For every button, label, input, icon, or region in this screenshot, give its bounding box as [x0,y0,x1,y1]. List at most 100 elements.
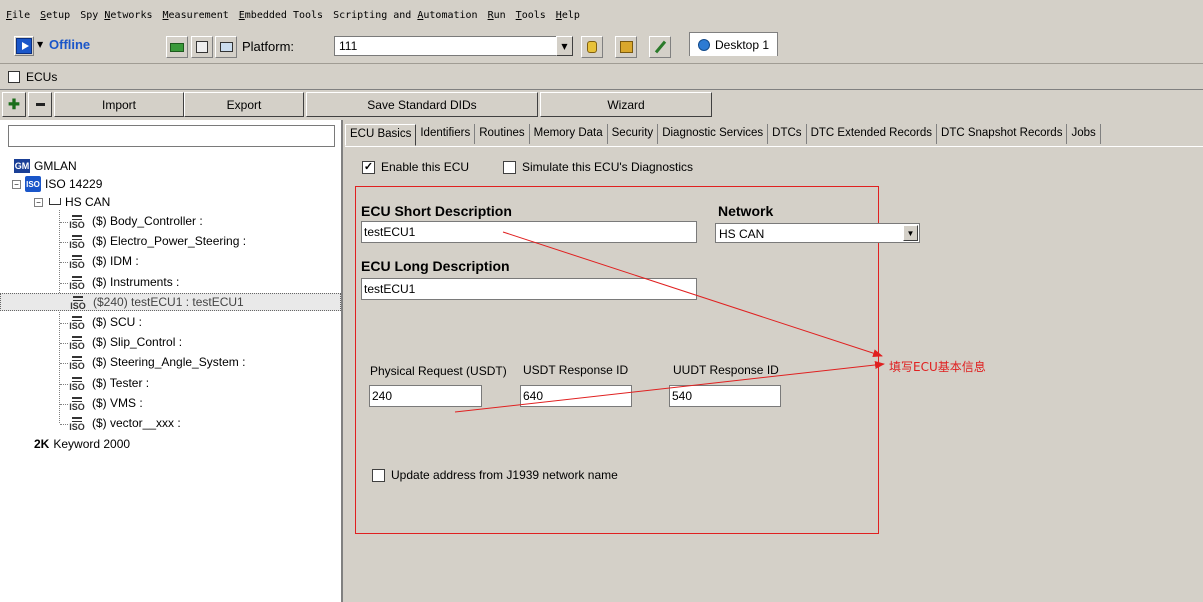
import-button[interactable]: Import [54,92,184,117]
tree-item-ecu[interactable]: ISO ($) Electro_Power_Steering : [68,232,246,250]
tools-icon[interactable] [615,36,637,58]
tab-jobs[interactable]: Jobs [1067,124,1101,144]
checkbox-icon[interactable] [503,160,516,174]
keyword-2000-icon: 2K [34,437,50,451]
long-description-input[interactable]: testECU1 [361,278,697,300]
uudt-response-input[interactable]: 540 [669,385,781,407]
tree-label: GMLAN [34,159,77,173]
gm-icon: GM [14,159,30,173]
chevron-down-icon[interactable]: ▼ [903,225,918,241]
menu-item-setup[interactable]: Setup [40,10,70,21]
tree-search-input[interactable] [8,125,335,147]
network-select[interactable]: HS CAN ▼ [715,223,920,243]
tab-identifiers[interactable]: Identifiers [416,124,476,144]
remove-button[interactable] [28,92,52,117]
j1939-checkbox[interactable]: Update address from J1939 network name [372,468,618,482]
tree-item-ecu[interactable]: ISO ($) IDM : [68,252,139,270]
tree-item-ecu[interactable]: ISO ($240) testECU1 : testECU1 [0,292,341,311]
menu-item-help[interactable]: Help [556,10,580,21]
short-description-input[interactable]: testECU1 [361,221,697,243]
platform-icon[interactable] [215,36,237,58]
collapse-icon[interactable]: − [34,197,43,207]
wrench-icon[interactable] [649,36,671,58]
usdt-response-input[interactable]: 640 [520,385,632,407]
collapse-icon[interactable]: − [12,179,21,189]
menu-item-run[interactable]: Run [488,10,506,21]
tab-memory-data[interactable]: Memory Data [530,124,608,144]
iso-ecu-icon: ISO [68,313,86,331]
status-label: Offline [49,37,91,52]
menu-item-scripting-and-automation[interactable]: Scripting and Automation [333,10,478,21]
tree-label: ISO 14229 [45,177,103,191]
play-icon[interactable] [14,36,34,56]
iso-icon: ISO [25,176,41,192]
tree-item-hs-can[interactable]: − HS CAN [34,193,110,211]
tree-label: ($) Body_Controller : [92,214,203,228]
menu-item-embedded-tools[interactable]: Embedded Tools [239,10,323,21]
tab-routines[interactable]: Routines [475,124,530,144]
network-icon [47,196,61,208]
tree-item-ecu[interactable]: ISO ($) VMS : [68,394,142,412]
chevron-down-icon[interactable]: ▼ [556,36,573,56]
tree-item-ecu[interactable]: ISO ($) Instruments : [68,273,179,291]
tree-item-ecu[interactable]: ISO ($) SCU : [68,313,142,331]
tree-guide-line [60,363,68,365]
toolbar: ▼ Offline Platform: 111 ▼ Desktop 1 [0,30,1203,64]
iso-ecu-icon: ISO [69,293,87,311]
menu-item-measurement[interactable]: Measurement [163,10,229,21]
iso-ecu-icon: ISO [68,333,86,351]
tree-item-ecu[interactable]: ISO ($) Steering_Angle_System : [68,353,245,371]
tree-item-ecu[interactable]: ISO ($) Tester : [68,374,149,392]
iso-ecu-icon: ISO [68,212,86,230]
tree-item-ecu[interactable]: ISO ($) vector__xxx : [68,414,180,432]
enable-ecu-checkbox[interactable]: ✓ Enable this ECU [362,160,469,174]
menu-item-spy-networks[interactable]: Spy Networks [80,10,152,21]
save-icon[interactable] [191,36,213,58]
tree-guide-line [60,222,68,223]
tree-item-gmlan[interactable]: GM GMLAN [14,157,77,175]
physical-request-label: Physical Request (USDT) [370,364,507,378]
wizard-button[interactable]: Wizard [540,92,712,117]
menu-item-file[interactable]: File [6,10,30,21]
database-icon[interactable] [581,36,603,58]
tree-item-ecu[interactable]: ISO ($) Slip_Control : [68,333,182,351]
menu-item-tools[interactable]: Tools [516,10,546,21]
platform-select[interactable]: 111 ▼ [334,36,573,56]
status-dropdown-icon[interactable]: ▼ [37,40,43,49]
tab-dtc-snapshot-records[interactable]: DTC Snapshot Records [937,124,1068,144]
desktop-tab-label: Desktop 1 [715,37,770,52]
tab-security[interactable]: Security [608,124,659,144]
iso-ecu-icon: ISO [68,353,86,371]
tab-strip: ECU Basics Identifiers Routines Memory Data… [345,124,1203,146]
add-button[interactable]: ✚ [2,92,26,117]
checkbox-icon[interactable] [372,468,385,482]
tab-diagnostic-services[interactable]: Diagnostic Services [658,124,769,144]
tree-item-ecu[interactable]: ISO ($) Body_Controller : [68,212,203,230]
button-row: ✚ Import Export Save Standard DIDs Wizar… [0,92,720,118]
checkbox-checked-icon[interactable]: ✓ [362,160,375,174]
simulate-ecu-checkbox[interactable]: Simulate this ECU's Diagnostics [503,160,693,174]
save-standard-dids-button[interactable]: Save Standard DIDs [306,92,538,117]
physical-request-input[interactable]: 240 [369,385,482,407]
hardware-icon[interactable] [166,36,188,58]
iso-ecu-icon: ISO [68,374,86,392]
tree-guide-line [60,403,68,405]
tab-dtc-extended-records[interactable]: DTC Extended Records [807,124,938,144]
tree-label: ($240) testECU1 : testECU1 [93,294,244,309]
tree-guide-line [60,262,68,264]
tab-desktop-1[interactable]: Desktop 1 [689,32,779,56]
tree-item-keyword2000[interactable]: 2K Keyword 2000 [34,435,130,453]
plus-icon: ✚ [8,96,20,112]
tree-label: ($) IDM : [92,254,139,269]
tree-guide-line [60,383,68,385]
minus-icon [35,103,45,106]
network-value: HS CAN [719,227,765,241]
tab-ecu-basics[interactable]: ECU Basics [345,124,417,146]
uudt-response-label: UUDT Response ID [673,363,779,377]
export-button[interactable]: Export [184,92,304,117]
tree-guide-line [60,323,68,324]
tree-label: ($) Electro_Power_Steering : [92,234,247,249]
tab-dtcs[interactable]: DTCs [768,124,807,144]
tree-guide-line [60,282,68,284]
tree-item-iso14229[interactable]: − ISO ISO 14229 [12,175,102,193]
